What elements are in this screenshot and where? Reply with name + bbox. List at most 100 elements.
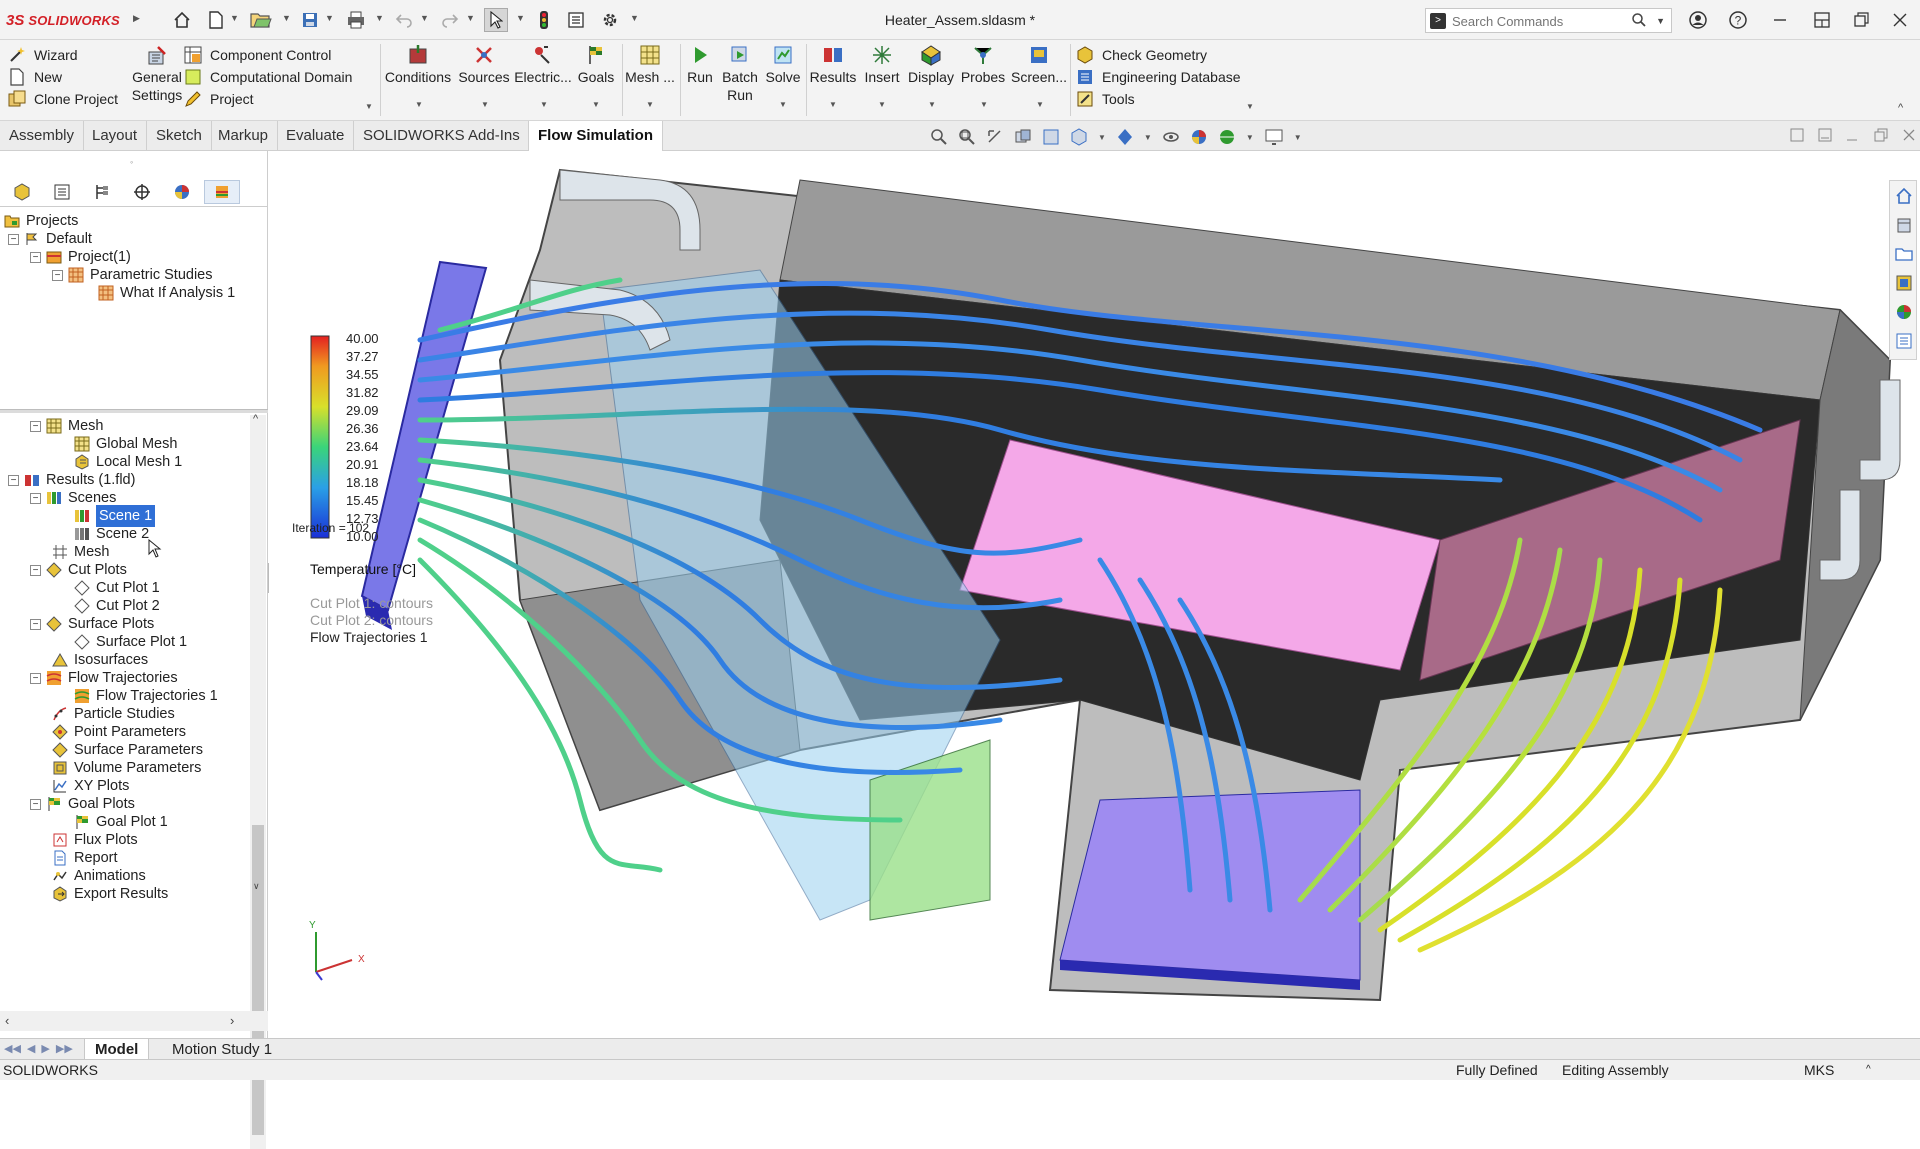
component-control-button[interactable]: Component Control [184,44,331,66]
property-manager-tab-icon[interactable] [44,180,80,204]
collapse-icon[interactable]: − [30,798,41,810]
viewport-minimize-icon[interactable] [1818,128,1832,142]
apply-scene-dropdown-icon[interactable]: ▼ [1246,133,1254,142]
user-account-icon[interactable] [1686,8,1710,32]
configuration-manager-tab-icon[interactable] [84,180,120,204]
apply-scene-icon[interactable] [1218,128,1236,146]
display-button[interactable]: Display [906,44,956,86]
results-button[interactable]: Results [808,44,858,86]
collapse-icon[interactable]: − [8,233,19,245]
tab-solidworks-add-ins[interactable]: SOLIDWORKS Add-Ins [354,121,530,151]
tab-sketch[interactable]: Sketch [147,121,212,151]
last-tab-icon[interactable]: ▶▶ [56,1042,73,1055]
help-icon[interactable]: ? [1726,8,1750,32]
design-library-icon[interactable] [1895,216,1913,234]
tab-model[interactable]: Model [84,1039,150,1060]
zoom-to-fit-icon[interactable] [930,128,948,146]
redo-icon[interactable] [438,8,462,32]
scroll-left-icon[interactable]: ‹ [5,1013,9,1028]
display-style-icon[interactable] [1116,128,1134,146]
rebuild-traffic-light-icon[interactable] [532,8,556,32]
previous-tab-icon[interactable]: ◀ [27,1042,35,1055]
print-icon[interactable] [344,8,368,32]
collapse-icon[interactable]: − [30,251,41,263]
conditions-button[interactable]: Conditions [383,44,453,86]
search-input[interactable] [1452,12,1632,30]
units-selector[interactable]: MKS [1804,1060,1834,1080]
search-icon[interactable] [1631,12,1647,28]
panel-grip-icon[interactable]: ◦ [130,157,133,167]
viewport-maximize-icon[interactable] [1790,128,1804,142]
tools-button[interactable]: Tools [1076,88,1135,110]
screen-capture-button[interactable]: Screen... [1010,44,1068,86]
tree-export-results[interactable]: Export Results [52,883,168,905]
collapse-icon[interactable]: − [30,672,41,684]
computational-domain-button[interactable]: Computational Domain [184,66,352,88]
display-manager-tab-icon[interactable] [164,180,200,204]
collapse-icon[interactable]: − [8,474,19,486]
screen-capture-dropdown-icon[interactable]: ▼ [1036,100,1044,109]
select-cursor-icon[interactable] [484,8,508,32]
feature-manager-tab-icon[interactable] [4,180,40,204]
tab-markup[interactable]: Markup [209,121,279,151]
viewport-tile-icon[interactable] [1874,128,1888,142]
tab-assembly[interactable]: Assembly [0,121,85,151]
options-dropdown-icon[interactable]: ▼ [630,13,639,23]
new-document-icon[interactable] [204,8,228,32]
first-tab-icon[interactable]: ◀◀ [4,1042,21,1055]
probes-button[interactable]: Probes [958,44,1008,86]
appearances-scenes-icon[interactable] [1895,303,1913,321]
collapse-icon[interactable]: − [30,618,41,630]
close-window-icon[interactable] [1888,8,1912,32]
options-gear-icon[interactable] [598,8,622,32]
goals-dropdown-icon[interactable]: ▼ [592,100,600,109]
open-dropdown-icon[interactable]: ▼ [282,13,291,23]
panel-splitter[interactable] [0,409,268,413]
tab-evaluate[interactable]: Evaluate [277,121,355,151]
view-palette-icon[interactable] [1895,274,1913,292]
collapse-ribbon-icon[interactable]: ^ [1898,102,1903,114]
mesh-button[interactable]: Mesh ... [624,44,676,86]
results-dropdown-icon[interactable]: ▼ [829,100,837,109]
display-style-dropdown-icon[interactable]: ▼ [1144,133,1152,142]
collapse-icon[interactable]: − [30,492,41,504]
display-dropdown-icon[interactable]: ▼ [928,100,936,109]
conditions-dropdown-icon[interactable]: ▼ [415,100,423,109]
select-dropdown-icon[interactable]: ▼ [516,13,525,23]
previous-view-icon[interactable] [986,128,1004,146]
view-orientation-dropdown-icon[interactable]: ▼ [1098,133,1106,142]
new-project-button[interactable]: New [8,66,62,88]
view-settings-dropdown-icon[interactable]: ▼ [1294,133,1302,142]
logo-menu-arrow-icon[interactable]: ▶ [133,13,140,24]
open-folder-icon[interactable] [249,8,273,32]
tree-what-if-analysis-1[interactable]: What If Analysis 1 [98,282,235,304]
tree-horizontal-scrollbar[interactable]: ‹ › [0,1011,268,1031]
custom-properties-icon[interactable] [1895,332,1913,350]
electrical-button[interactable]: Electric... [514,44,572,86]
view-settings-monitor-icon[interactable] [1264,128,1284,146]
scroll-right-icon[interactable]: › [230,1013,234,1028]
view-orientation-icon[interactable] [1070,128,1088,146]
check-geometry-button[interactable]: Check Geometry [1076,44,1207,66]
insert-button[interactable]: Insert [860,44,904,86]
batch-run-button[interactable]: Batch Run [718,44,762,104]
minimize-window-icon[interactable] [1768,8,1792,32]
wizard-button[interactable]: Wizard [8,44,78,66]
next-tab-icon[interactable]: ▶ [41,1042,49,1055]
goals-button[interactable]: Goals [574,44,618,86]
hide-show-items-icon[interactable] [1162,128,1180,146]
redo-dropdown-icon[interactable]: ▼ [466,13,475,23]
solidworks-logo[interactable]: 3S SOLIDWORKS [6,9,120,31]
save-icon[interactable] [298,8,322,32]
sources-button[interactable]: Sources [455,44,513,86]
mesh-dropdown-icon[interactable]: ▼ [646,100,654,109]
sources-dropdown-icon[interactable]: ▼ [481,100,489,109]
new-dropdown-icon[interactable]: ▼ [230,13,239,23]
solidworks-resources-home-icon[interactable] [1895,187,1913,205]
file-properties-icon[interactable] [564,8,588,32]
undo-icon[interactable] [392,8,416,32]
insert-dropdown-icon[interactable]: ▼ [878,100,886,109]
edit-appearance-icon[interactable] [1190,128,1208,146]
solve-dropdown-icon[interactable]: ▼ [779,100,787,109]
flow-simulation-model[interactable]: Y X [269,151,1920,1038]
